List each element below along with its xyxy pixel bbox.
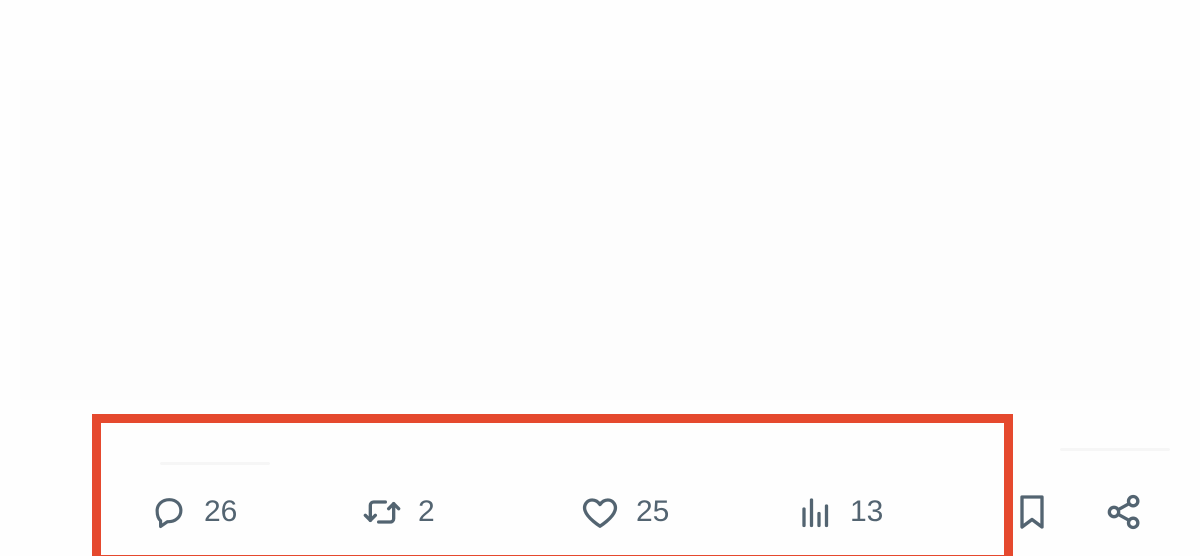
views-button[interactable]: 13 <box>798 486 883 538</box>
like-count: 25 <box>636 495 670 528</box>
bookmark-button[interactable] <box>1012 486 1052 538</box>
repost-count: 2 <box>418 495 435 528</box>
tweet-card: 26 2 25 13 <box>0 0 1200 556</box>
reply-button[interactable]: 26 <box>150 486 237 538</box>
bookmark-icon <box>1012 492 1052 532</box>
faint-stroke <box>1060 448 1170 451</box>
repost-button[interactable]: 2 <box>362 486 435 538</box>
repost-icon <box>362 492 402 532</box>
like-button[interactable]: 25 <box>580 486 669 538</box>
reply-icon <box>150 493 188 531</box>
views-count: 13 <box>850 495 884 528</box>
blank-content-area <box>20 80 1170 400</box>
reply-count: 26 <box>204 495 238 528</box>
share-icon <box>1104 492 1144 532</box>
heart-icon <box>580 492 620 532</box>
share-button[interactable] <box>1104 486 1144 538</box>
analytics-icon <box>798 494 834 530</box>
